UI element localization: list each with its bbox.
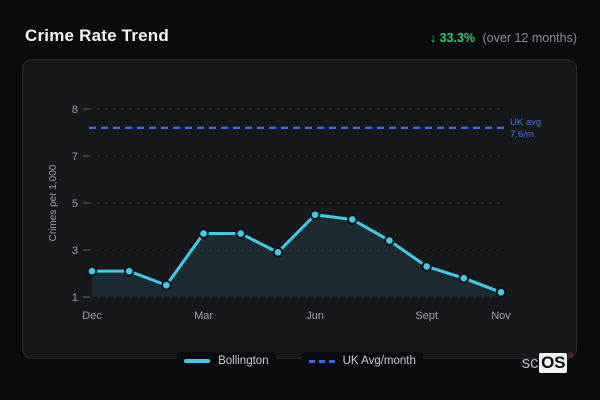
data-point[interactable] <box>235 228 247 239</box>
data-point[interactable] <box>421 261 432 272</box>
legend-item-uk-avg[interactable]: UK Avg/month <box>301 352 423 370</box>
logo-prefix: sc <box>521 353 539 372</box>
data-point[interactable] <box>86 265 98 277</box>
trend-change-percent: ↓ 33.3% <box>429 31 476 45</box>
y-tick-label: 8 <box>72 104 78 116</box>
data-point[interactable] <box>123 265 135 277</box>
logo-suffix: OS <box>539 353 568 373</box>
y-tick-label: 3 <box>72 245 78 257</box>
data-point[interactable] <box>198 228 209 239</box>
data-point[interactable] <box>384 235 395 246</box>
uk-avg-value-label: 7.6/m <box>510 129 534 140</box>
series-area-fill <box>92 214 501 297</box>
x-tick-label: Sept <box>415 310 438 322</box>
x-tick-label: Nov <box>491 310 511 322</box>
uk-avg-label: UK avg <box>510 117 541 128</box>
data-point[interactable] <box>495 287 507 298</box>
crime-trend-chart: 8 7 5 3 1 UK avg7.6/m Dec Mar Jun Sept Nov Crimes p… <box>48 104 541 322</box>
chart-legend: Bollington UK Avg/month <box>0 352 600 370</box>
registered-mark-icon: ® <box>568 353 573 360</box>
y-axis-title: Crimes per 1,000 <box>48 164 59 241</box>
legend-item-bollington[interactable]: Bollington <box>177 352 276 370</box>
legend-label: Bollington <box>218 355 269 367</box>
legend-label: UK Avg/month <box>342 355 416 367</box>
x-tick-label: Jun <box>306 310 324 322</box>
data-point[interactable] <box>161 279 172 291</box>
page-title: Crime Rate Trend <box>25 26 169 45</box>
dashed-line-swatch-icon <box>308 359 335 363</box>
chart-card: 8 7 5 3 1 UK avg 7.6/m Dec Mar Jun Sept Nov Crimes p… <box>22 59 577 359</box>
y-tick-label: 7 <box>72 151 78 163</box>
trend-period: (over 12 months) <box>482 31 577 45</box>
solid-line-swatch-icon <box>184 359 211 363</box>
data-point[interactable] <box>346 214 358 225</box>
x-tick-label: Mar <box>194 310 213 322</box>
data-point[interactable] <box>309 209 321 221</box>
y-tick-label: 5 <box>72 198 78 210</box>
scos-logo: sc OS ® <box>522 353 573 373</box>
x-tick-label: Dec <box>82 310 102 322</box>
trend-stat: ↓ 33.3% (over 12 months) <box>430 31 577 45</box>
data-point[interactable] <box>458 272 470 284</box>
y-tick-label: 1 <box>72 292 78 304</box>
data-point[interactable] <box>272 247 284 258</box>
